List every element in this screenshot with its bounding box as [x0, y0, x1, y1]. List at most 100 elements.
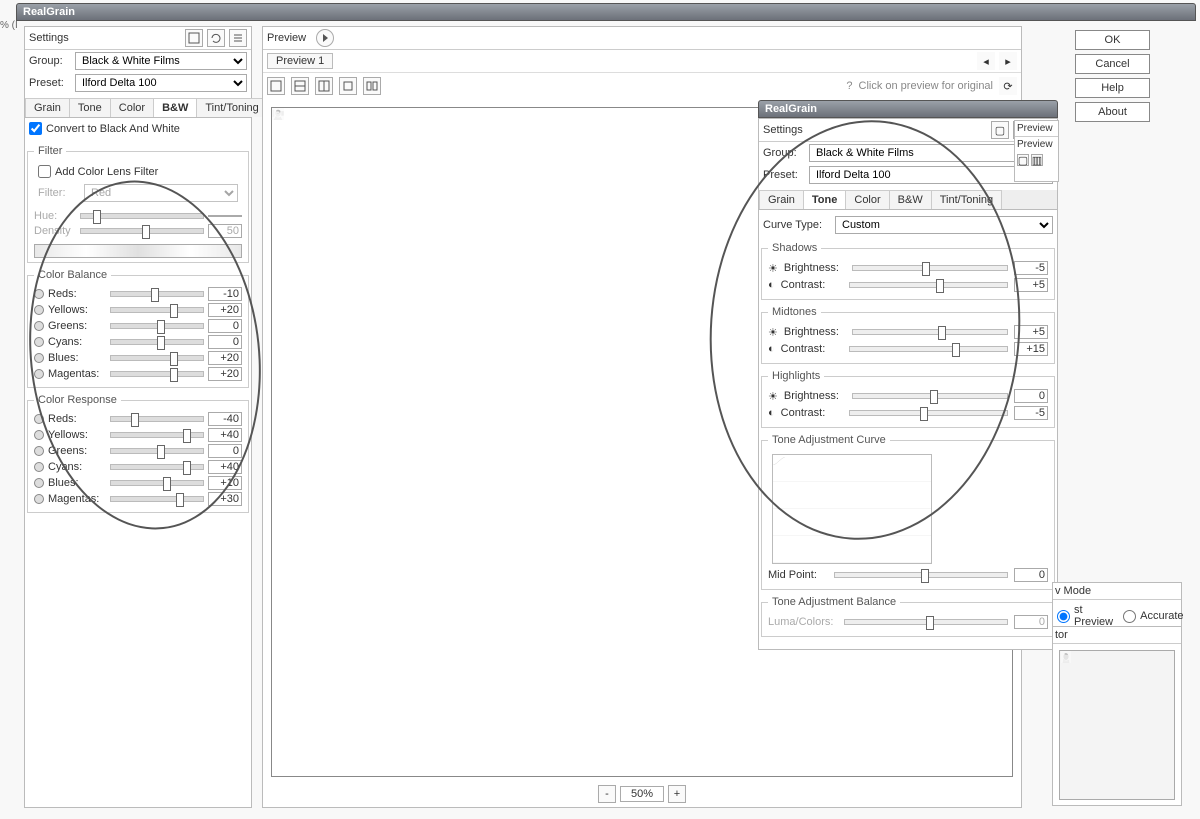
channel-value: 0	[208, 335, 242, 349]
nested-window: RealGrain Settings ▢ ↺ ≡ Group: Black & …	[758, 100, 1058, 650]
channel-label: Yellows:	[48, 304, 106, 316]
nested-preview-header: Preview	[1015, 121, 1058, 137]
fast-preview-radio[interactable]	[1057, 610, 1070, 623]
add-lens-checkbox[interactable]	[38, 165, 51, 178]
convert-bw-checkbox[interactable]	[29, 122, 42, 135]
save-icon[interactable]	[185, 29, 203, 47]
channel-slider[interactable]	[110, 323, 204, 329]
ok-button[interactable]: OK	[1075, 30, 1150, 50]
channel-slider[interactable]	[110, 307, 204, 313]
view-single-icon[interactable]	[267, 77, 285, 95]
channel-label: Magentas:	[48, 493, 106, 505]
new-window-icon[interactable]	[339, 77, 357, 95]
channel-label: Reds:	[48, 413, 106, 425]
nested-view-single-icon[interactable]: ▢	[1017, 154, 1029, 166]
group-select[interactable]: Black & White Films	[75, 52, 247, 70]
preset-label: Preset:	[29, 77, 71, 89]
view-split-h-icon[interactable]	[291, 77, 309, 95]
sun-icon: ☀	[768, 326, 778, 339]
nested-settings-header: Settings	[763, 124, 803, 136]
help-button[interactable]: Help	[1075, 78, 1150, 98]
tab-color[interactable]: Color	[110, 98, 154, 117]
nested-preview-tab[interactable]: Preview	[1015, 137, 1058, 152]
midtones-contrast-slider[interactable]	[849, 346, 1008, 352]
channel-slider[interactable]	[110, 355, 204, 361]
nested-view-split-icon[interactable]: ▥	[1031, 154, 1043, 166]
channel-label: Blues:	[48, 352, 106, 364]
tab-tint[interactable]: Tint/Toning	[196, 98, 267, 117]
highlights-contrast-slider[interactable]	[849, 410, 1008, 416]
curve-type-select[interactable]: Custom	[835, 216, 1053, 234]
tab-grain[interactable]: Grain	[25, 98, 70, 117]
tab-bw[interactable]: B&W	[153, 98, 197, 117]
channel-label: Cyans:	[48, 461, 106, 473]
contrast-icon: ◐	[768, 343, 775, 355]
channel-dot	[34, 353, 44, 363]
mode-header: v Mode	[1053, 583, 1181, 600]
zoom-in-icon[interactable]: +	[668, 785, 686, 803]
channel-value: +20	[208, 351, 242, 365]
channel-slider[interactable]	[110, 339, 204, 345]
ntab-bw[interactable]: B&W	[889, 190, 932, 209]
add-lens-label: Add Color Lens Filter	[55, 166, 158, 178]
shadows-contrast-slider[interactable]	[849, 282, 1008, 288]
channel-label: Magentas:	[48, 368, 106, 380]
highlights-brightness-slider[interactable]	[852, 393, 1008, 399]
filter-fieldset: Filter Add Color Lens Filter Filter: Red…	[27, 145, 249, 263]
preset-select[interactable]: Ilford Delta 100	[75, 74, 247, 92]
navigator-thumb[interactable]	[1059, 650, 1175, 800]
channel-slider[interactable]	[110, 416, 204, 422]
color-balance-legend: Color Balance	[34, 269, 111, 281]
ntab-grain[interactable]: Grain	[759, 190, 804, 209]
channel-slider[interactable]	[110, 291, 204, 297]
tone-curve[interactable]	[772, 454, 932, 564]
view-split-v-icon[interactable]	[315, 77, 333, 95]
about-button[interactable]: About	[1075, 102, 1150, 122]
channel-label: Greens:	[48, 445, 106, 457]
channel-dot	[34, 369, 44, 379]
density-label: Density	[34, 225, 76, 237]
help-icon[interactable]: ?	[846, 80, 852, 92]
channel-slider[interactable]	[110, 448, 204, 454]
navigator-header: tor	[1053, 627, 1181, 644]
channel-slider[interactable]	[110, 371, 204, 377]
luma-slider	[844, 619, 1008, 625]
channel-label: Blues:	[48, 477, 106, 489]
next-icon[interactable]: ▸	[999, 52, 1017, 70]
accurate-label: Accurate	[1140, 610, 1183, 622]
midtones-contrast-value: +15	[1014, 342, 1048, 356]
zoom-out-icon[interactable]: -	[598, 785, 616, 803]
channel-dot	[34, 494, 44, 504]
menu-icon[interactable]	[229, 29, 247, 47]
channel-slider[interactable]	[110, 480, 204, 486]
channel-slider[interactable]	[110, 432, 204, 438]
zoom-value: 50%	[620, 786, 664, 802]
midtones-brightness-slider[interactable]	[852, 329, 1008, 335]
hue-label: Hue:	[34, 210, 76, 222]
channel-slider[interactable]	[110, 496, 204, 502]
midpoint-value: 0	[1014, 568, 1048, 582]
prev-icon[interactable]: ◂	[977, 52, 995, 70]
channel-slider[interactable]	[110, 464, 204, 470]
tab-tone[interactable]: Tone	[69, 98, 111, 117]
midtones-brightness-value: +5	[1014, 325, 1048, 339]
cancel-button[interactable]: Cancel	[1075, 54, 1150, 74]
preview-tab[interactable]: Preview 1	[267, 53, 333, 69]
preview-header: Preview	[267, 32, 306, 44]
nested-save-icon[interactable]: ▢	[991, 121, 1009, 139]
highlights-contrast-value: -5	[1014, 406, 1048, 420]
ntab-tone[interactable]: Tone	[803, 190, 846, 209]
channel-value: -10	[208, 287, 242, 301]
compare-icon[interactable]	[363, 77, 381, 95]
density-value: 50	[208, 224, 242, 238]
accurate-radio[interactable]	[1123, 610, 1136, 623]
reset-icon[interactable]	[207, 29, 225, 47]
play-icon[interactable]	[316, 29, 334, 47]
shadows-brightness-slider[interactable]	[852, 265, 1008, 271]
channel-value: 0	[208, 444, 242, 458]
midpoint-slider[interactable]	[834, 572, 1008, 578]
ntab-color[interactable]: Color	[845, 190, 889, 209]
filter-dd-label: Filter:	[38, 187, 80, 199]
ntab-tint[interactable]: Tint/Toning	[931, 190, 1002, 209]
channel-dot	[34, 289, 44, 299]
